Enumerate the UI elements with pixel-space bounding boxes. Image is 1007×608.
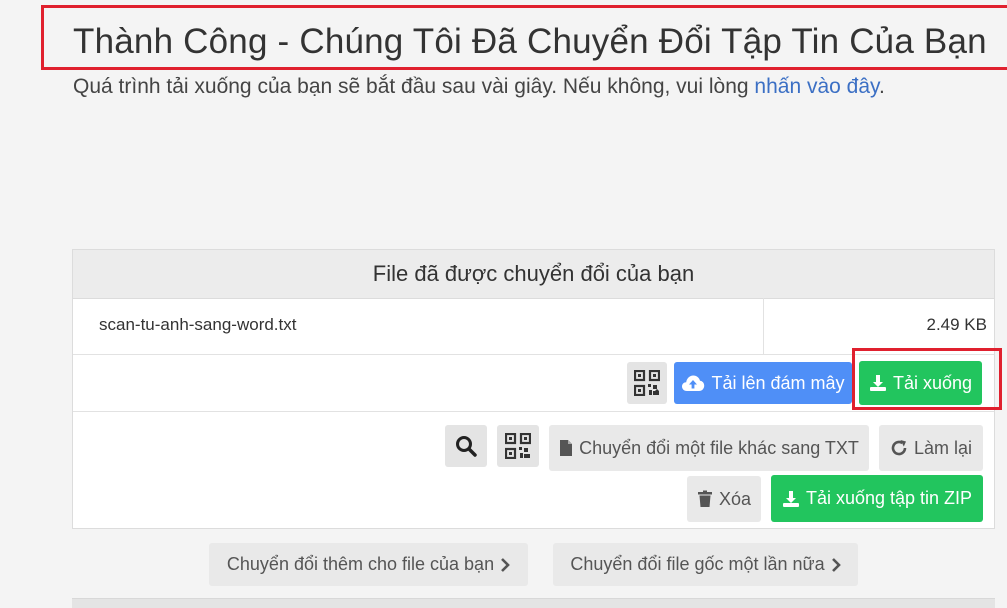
redo-icon: [890, 439, 908, 457]
convert-more-button[interactable]: Chuyển đổi thêm cho file của bạn: [209, 543, 528, 586]
search-button[interactable]: [445, 425, 487, 467]
chevron-right-icon: [831, 557, 841, 572]
highlight-box-title: [41, 5, 1007, 70]
file-name: scan-tu-anh-sang-word.txt: [99, 315, 297, 334]
convert-more-label: Chuyển đổi thêm cho file của bạn: [226, 554, 495, 574]
download-zip-label: Tải xuống tập tin ZIP: [805, 488, 973, 508]
download-notice-end: .: [878, 75, 885, 98]
download-zip-button[interactable]: Tải xuống tập tin ZIP: [771, 475, 983, 522]
upload-cloud-button[interactable]: Tải lên đám mây: [674, 362, 852, 404]
file-size: 2.49 KB: [926, 315, 988, 334]
upload-cloud-label: Tải lên đám mây: [711, 372, 845, 393]
highlight-box-download: [852, 348, 1002, 410]
download-notice: Quá trình tải xuống của bạn sẽ bắt đầu s…: [73, 75, 885, 99]
search-icon: [455, 435, 477, 457]
chevron-right-icon: [500, 557, 510, 572]
convert-original-again-label: Chuyển đổi file gốc một lần nữa: [570, 554, 825, 574]
convert-other-file-label: Chuyển đổi một file khác sang TXT: [579, 437, 859, 458]
qr-code-button-2[interactable]: [497, 425, 539, 467]
delete-button[interactable]: Xóa: [687, 476, 761, 522]
panel-title: File đã được chuyển đổi của bạn: [73, 250, 994, 299]
download-notice-text: Quá trình tải xuống của bạn sẽ bắt đầu s…: [73, 75, 755, 98]
redo-button[interactable]: Làm lại: [879, 425, 983, 471]
file-row: scan-tu-anh-sang-word.txt 2.49 KB: [73, 298, 994, 355]
redo-label: Làm lại: [913, 437, 973, 458]
qr-code-icon: [505, 433, 531, 459]
qr-code-icon: [634, 370, 660, 396]
convert-other-file-button[interactable]: Chuyển đổi một file khác sang TXT: [549, 425, 869, 471]
trash-icon: [697, 490, 713, 508]
delete-label: Xóa: [718, 488, 752, 509]
convert-original-again-button[interactable]: Chuyển đổi file gốc một lần nữa: [553, 543, 858, 586]
next-panel-edge: [72, 598, 995, 608]
cloud-upload-icon: [681, 374, 705, 392]
download-icon: [782, 490, 800, 508]
qr-code-button[interactable]: [627, 362, 667, 404]
column-divider: [763, 298, 764, 354]
click-here-link[interactable]: nhấn vào đây: [754, 75, 879, 98]
file-icon: [559, 439, 573, 457]
